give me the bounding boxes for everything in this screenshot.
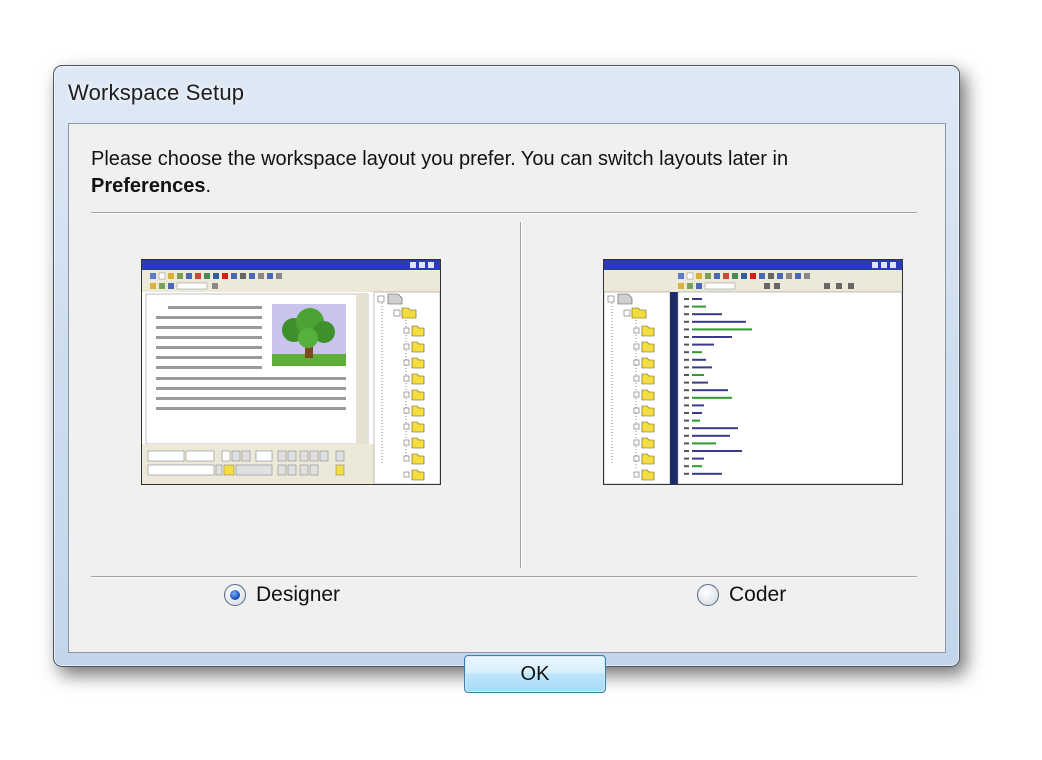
bottom-separator — [91, 576, 917, 578]
designer-option[interactable]: Designer — [224, 580, 340, 610]
top-separator — [91, 212, 917, 214]
designer-tree-picture — [272, 304, 346, 366]
designer-preview-image — [142, 260, 440, 484]
coder-option-label: Coder — [729, 583, 787, 606]
intro-period: . — [205, 175, 212, 197]
workspace-setup-dialog: Workspace Setup Please choose the worksp… — [53, 65, 960, 693]
coder-option[interactable]: Coder — [697, 580, 786, 610]
intro-text: Please choose the workspace layout you p… — [91, 146, 911, 200]
dialog-title: Workspace Setup — [68, 80, 245, 105]
preferences-label: Preferences — [91, 175, 206, 197]
designer-layout-preview[interactable] — [141, 259, 441, 485]
coder-preview-image — [604, 260, 902, 484]
vertical-separator — [520, 222, 522, 568]
coder-radio[interactable] — [697, 584, 719, 606]
designer-option-label: Designer — [256, 583, 341, 606]
coder-layout-preview[interactable] — [603, 259, 903, 485]
designer-radio[interactable] — [224, 584, 246, 606]
intro-sentence: Please choose the workspace layout you p… — [91, 148, 789, 170]
ok-button[interactable]: OK — [464, 655, 606, 693]
dialog-content: Please choose the workspace layout you p… — [68, 123, 946, 693]
